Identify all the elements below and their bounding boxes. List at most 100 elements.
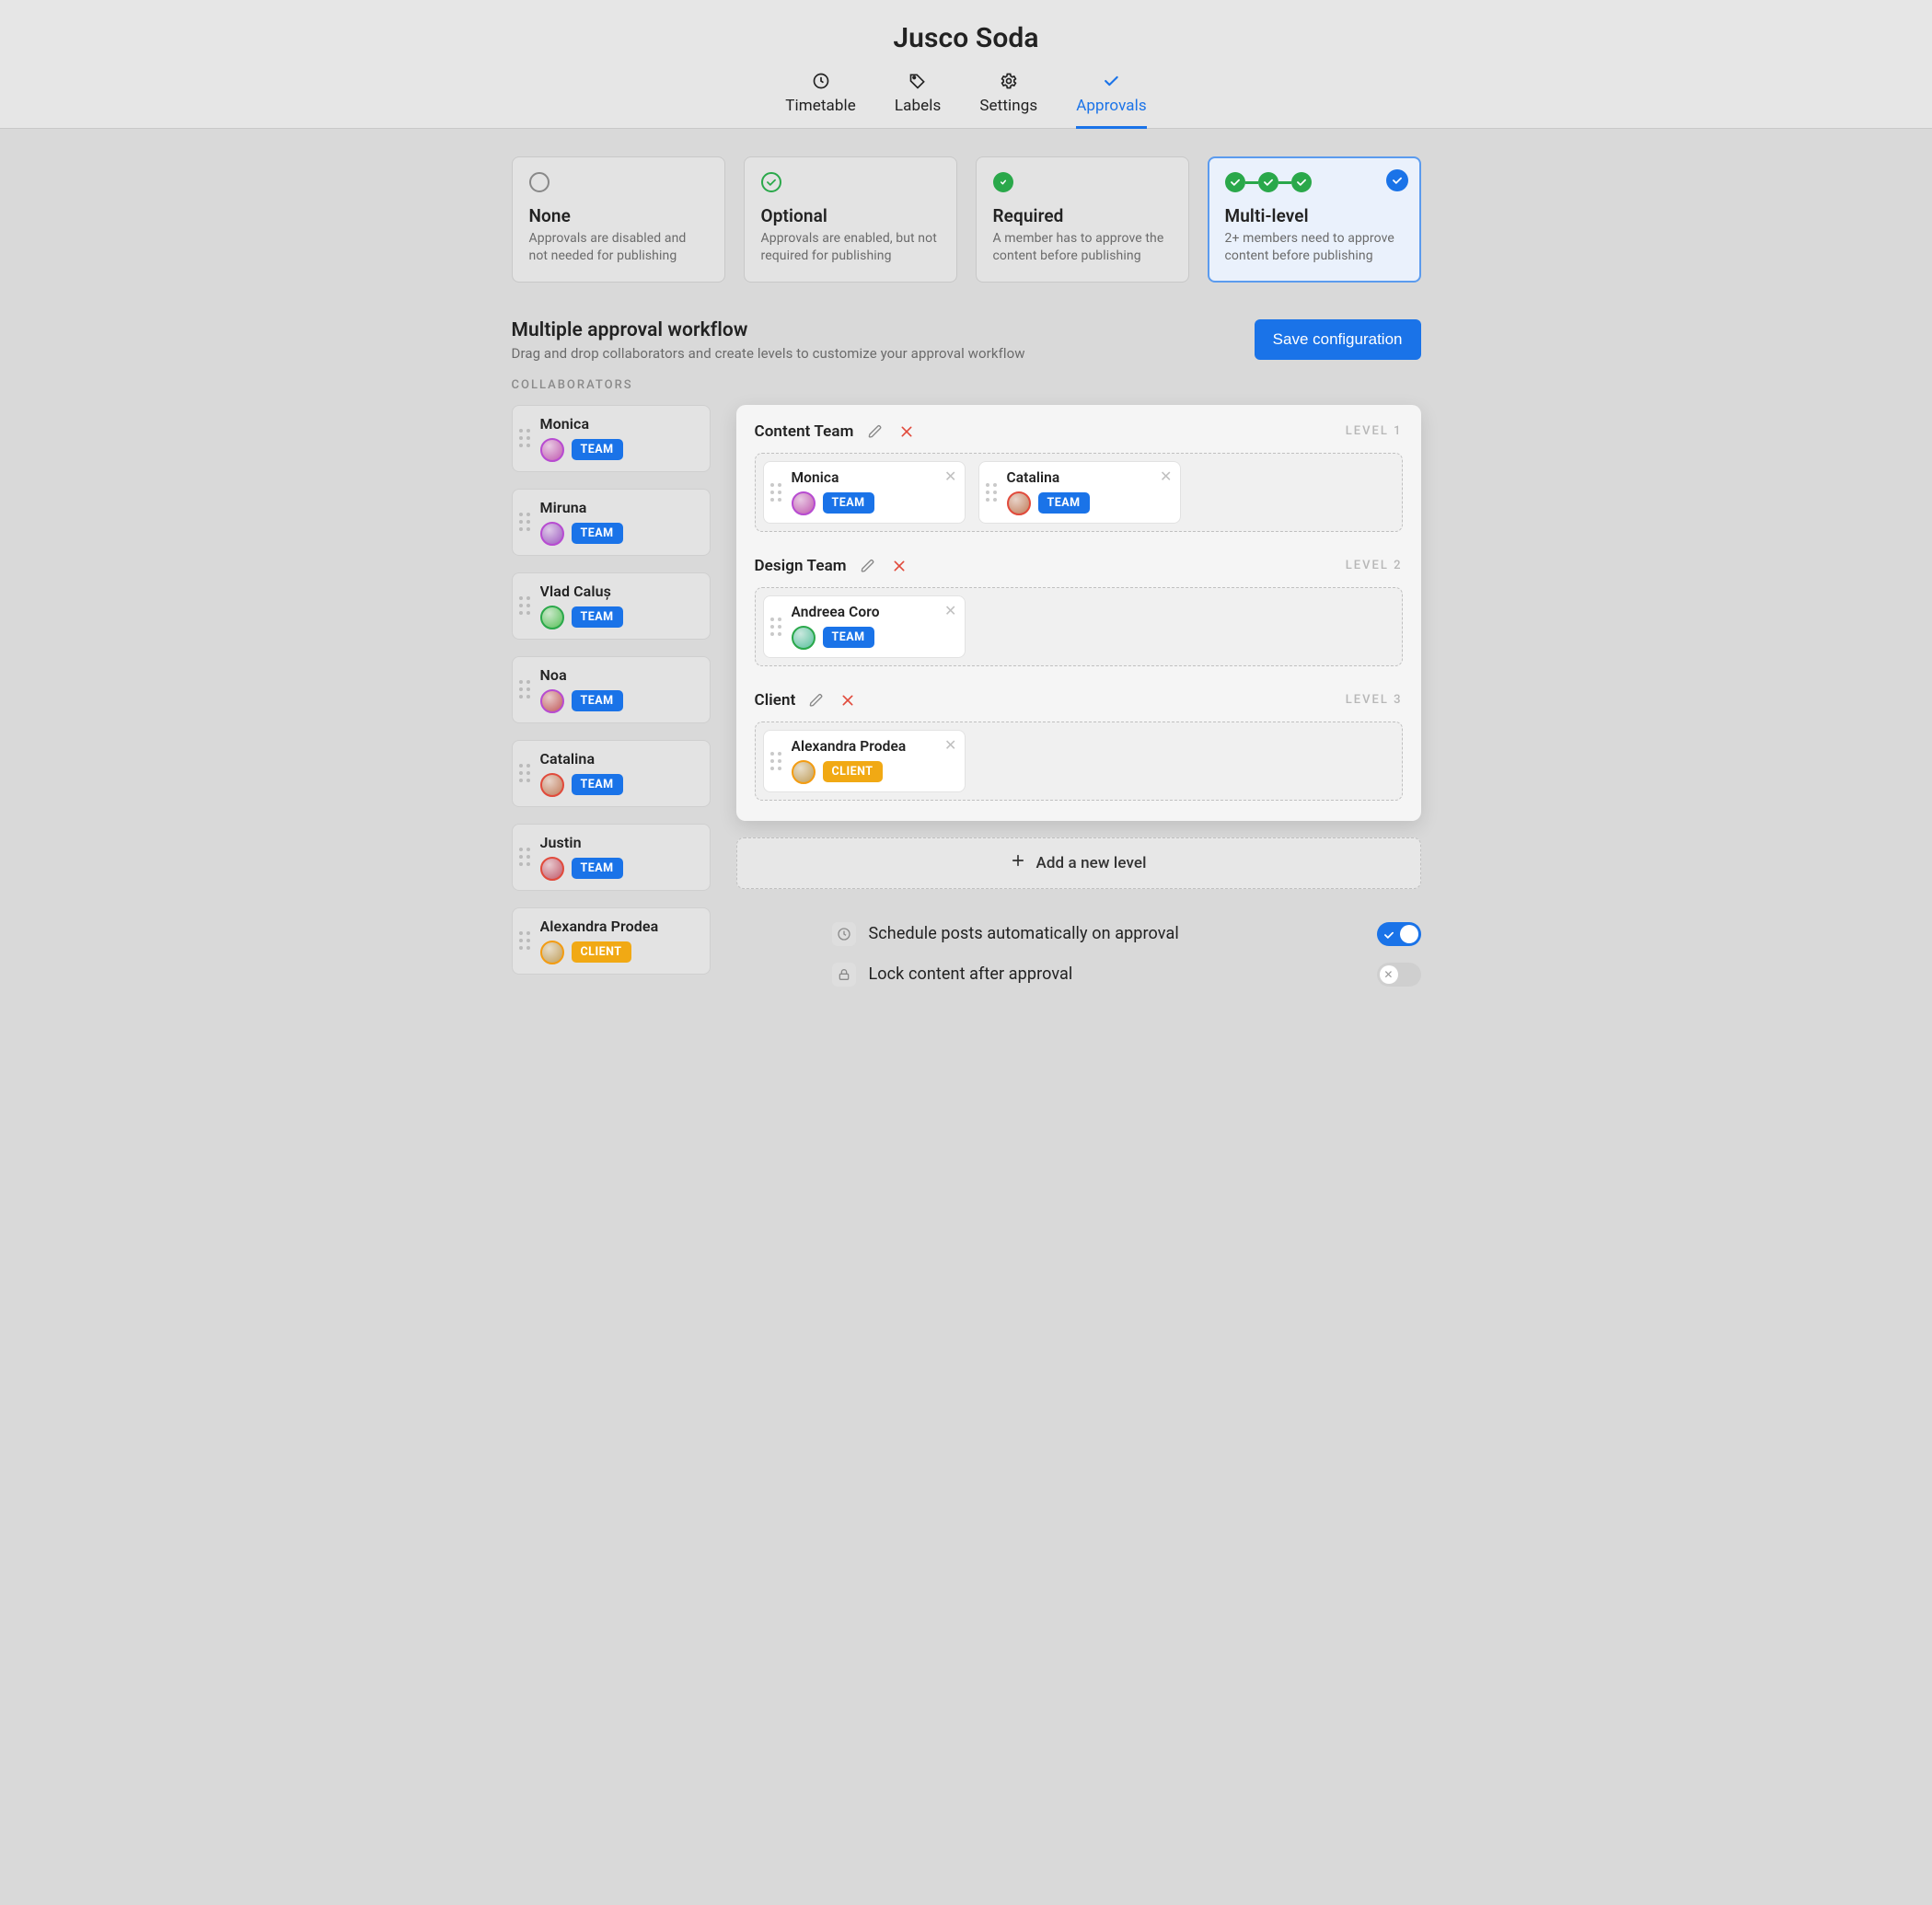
tab-timetable[interactable]: Timetable	[785, 71, 856, 128]
drag-handle-icon[interactable]	[768, 480, 784, 504]
drag-handle-icon[interactable]	[516, 510, 533, 534]
avatar	[540, 773, 564, 797]
drag-handle-icon[interactable]	[516, 845, 533, 869]
approval-mode-none[interactable]: None Approvals are disabled and not need…	[512, 156, 725, 283]
level-member-card[interactable]: Monica TEAM ✕	[763, 461, 966, 524]
remove-member-button[interactable]: ✕	[944, 604, 957, 618]
setting-schedule: Schedule posts automatically on approval	[832, 922, 1421, 946]
level-drop-zone[interactable]: Monica TEAM ✕ Catalina TEAM ✕	[755, 453, 1403, 532]
collaborator-card[interactable]: Noa TEAM	[512, 656, 711, 723]
person-name: Miruna	[540, 499, 623, 516]
level-drop-zone[interactable]: Alexandra Prodea CLIENT ✕	[755, 722, 1403, 801]
drag-handle-icon[interactable]	[983, 480, 1000, 504]
delete-level-button[interactable]	[897, 421, 917, 442]
tab-label: Labels	[895, 97, 941, 115]
remove-member-button[interactable]: ✕	[1160, 469, 1173, 484]
role-badge: TEAM	[1038, 492, 1090, 514]
check-badge-icon	[1225, 172, 1245, 192]
rename-level-button[interactable]	[858, 556, 878, 576]
person-name: Alexandra Prodea	[792, 738, 907, 755]
option-title: Optional	[761, 205, 940, 226]
tab-label: Approvals	[1076, 97, 1147, 115]
level-drop-zone[interactable]: Andreea Coro TEAM ✕	[755, 587, 1403, 666]
approval-mode-multi[interactable]: Multi-level 2+ members need to approve c…	[1208, 156, 1421, 283]
level-member-card[interactable]: Alexandra Prodea CLIENT ✕	[763, 730, 966, 792]
level-title: Design Team	[755, 557, 847, 575]
remove-member-button[interactable]: ✕	[944, 738, 957, 753]
option-title: None	[529, 205, 708, 226]
level-member-card[interactable]: Andreea Coro TEAM ✕	[763, 595, 966, 658]
page-title: Jusco Soda	[0, 22, 1932, 54]
add-level-button[interactable]: Add a new level	[736, 837, 1421, 889]
person-name: Catalina	[540, 750, 623, 768]
person-name: Andreea Coro	[792, 604, 880, 620]
level-member-card[interactable]: Catalina TEAM ✕	[978, 461, 1181, 524]
check-icon	[1382, 927, 1395, 946]
clock-icon	[811, 71, 831, 91]
role-badge: TEAM	[572, 774, 623, 795]
approval-settings: Schedule posts automatically on approval…	[832, 922, 1421, 987]
collaborator-card[interactable]: Catalina TEAM	[512, 740, 711, 807]
collaborator-card[interactable]: Miruna TEAM	[512, 489, 711, 556]
add-level-label: Add a new level	[1035, 854, 1146, 872]
collaborator-card[interactable]: Monica TEAM	[512, 405, 711, 472]
avatar	[540, 689, 564, 713]
lock-icon	[832, 963, 856, 987]
remove-member-button[interactable]: ✕	[944, 469, 957, 484]
check-badge-icon	[1258, 172, 1278, 192]
level-title: Content Team	[755, 422, 854, 441]
tab-label: Timetable	[785, 97, 856, 115]
person-name: Noa	[540, 666, 623, 684]
avatar	[792, 491, 816, 515]
plus-icon	[1010, 852, 1026, 873]
drag-handle-icon[interactable]	[768, 615, 784, 639]
option-description: 2+ members need to approve content befor…	[1225, 230, 1404, 265]
collaborator-card[interactable]: Vlad Caluș TEAM	[512, 572, 711, 640]
option-description: Approvals are disabled and not needed fo…	[529, 230, 708, 265]
drag-handle-icon[interactable]	[516, 761, 533, 785]
drag-handle-icon[interactable]	[516, 594, 533, 618]
workflow-subtext: Drag and drop collaborators and create l…	[512, 345, 1025, 362]
selected-badge-icon	[1386, 169, 1408, 191]
approval-mode-row: None Approvals are disabled and not need…	[512, 156, 1421, 283]
option-description: Approvals are enabled, but not required …	[761, 230, 940, 265]
drag-handle-icon[interactable]	[516, 929, 533, 952]
tab-settings[interactable]: Settings	[979, 71, 1037, 128]
avatar	[792, 760, 816, 784]
circle-check-outline-icon	[761, 172, 781, 192]
level-header: Design Team LEVEL 2	[755, 556, 1403, 576]
level-block: Content Team LEVEL 1 Monica TEAM ✕ Catal…	[755, 421, 1403, 532]
avatar	[792, 626, 816, 650]
check-badge-icon	[1291, 172, 1312, 192]
level-header: Content Team LEVEL 1	[755, 421, 1403, 442]
option-title: Required	[993, 205, 1172, 226]
avatar	[540, 857, 564, 881]
approval-mode-required[interactable]: Required A member has to approve the con…	[976, 156, 1189, 283]
rename-level-button[interactable]	[806, 690, 827, 710]
level-tag: LEVEL 1	[1346, 424, 1403, 438]
save-configuration-button[interactable]: Save configuration	[1255, 319, 1421, 360]
drag-handle-icon[interactable]	[768, 749, 784, 773]
tab-labels[interactable]: Labels	[895, 71, 941, 128]
level-tag: LEVEL 3	[1346, 693, 1403, 707]
collaborator-card[interactable]: Justin TEAM	[512, 824, 711, 891]
rename-level-button[interactable]	[865, 421, 885, 442]
avatar	[540, 438, 564, 462]
delete-level-button[interactable]	[889, 556, 909, 576]
role-badge: TEAM	[572, 606, 623, 628]
toggle-schedule[interactable]	[1377, 922, 1421, 946]
role-badge: TEAM	[572, 858, 623, 879]
check-icon	[1101, 71, 1121, 91]
person-name: Catalina	[1007, 469, 1090, 486]
content: None Approvals are disabled and not need…	[497, 129, 1436, 1042]
drag-handle-icon[interactable]	[516, 426, 533, 450]
drag-handle-icon[interactable]	[516, 677, 533, 701]
tab-approvals[interactable]: Approvals	[1076, 71, 1147, 128]
workflow-header: Multiple approval workflow Drag and drop…	[512, 319, 1421, 362]
gear-icon	[999, 71, 1019, 91]
toggle-lock[interactable]: ✕	[1377, 963, 1421, 987]
approval-mode-optional[interactable]: Optional Approvals are enabled, but not …	[744, 156, 957, 283]
collaborator-card[interactable]: Alexandra Prodea CLIENT	[512, 907, 711, 975]
level-header: Client LEVEL 3	[755, 690, 1403, 710]
delete-level-button[interactable]	[838, 690, 858, 710]
